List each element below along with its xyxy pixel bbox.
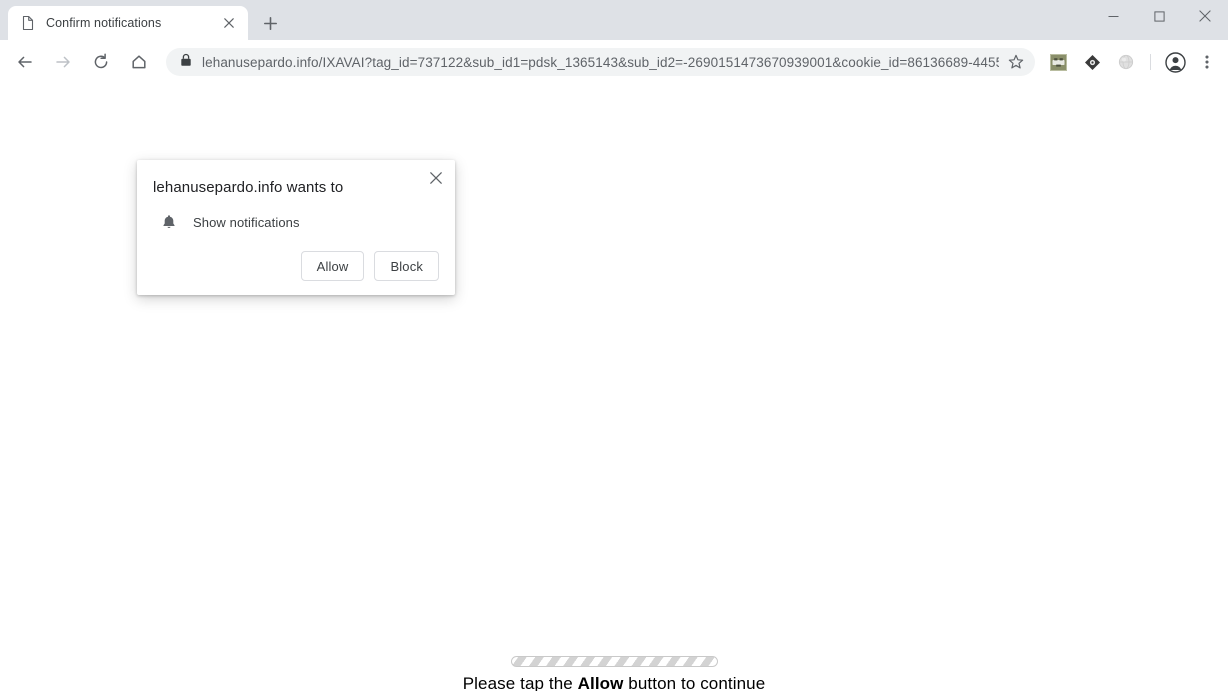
bookmark-star-icon[interactable] (1003, 49, 1029, 75)
tab-close-icon[interactable] (220, 14, 238, 32)
dialog-actions: Allow Block (153, 251, 439, 281)
permission-label: Show notifications (193, 214, 300, 230)
browser-window: Confirm notifications lehanusepardo.info… (0, 0, 1228, 691)
instruction-suffix: button to continue (623, 674, 766, 691)
instruction-prefix: Please tap the (462, 674, 578, 691)
address-bar[interactable]: lehanusepardo.info/IXAVAI?tag_id=737122&… (166, 48, 1035, 76)
page-viewport: Please tap the Allow button to continue … (0, 85, 1228, 691)
permission-row: Show notifications (153, 214, 439, 230)
forward-button[interactable] (48, 47, 78, 77)
lock-icon[interactable] (180, 53, 192, 72)
dialog-close-icon[interactable] (425, 167, 447, 189)
back-button[interactable] (10, 47, 40, 77)
url-text[interactable]: lehanusepardo.info/IXAVAI?tag_id=737122&… (202, 55, 999, 70)
extension-globe-icon[interactable] (1112, 48, 1140, 76)
tab-strip: Confirm notifications (0, 0, 1090, 40)
window-controls (1090, 0, 1228, 40)
extension-image-icon[interactable] (1044, 48, 1072, 76)
more-vertical-icon (1205, 55, 1209, 69)
instruction-emphasis: Allow (577, 674, 624, 691)
new-tab-button[interactable] (256, 9, 284, 37)
plus-icon (263, 16, 277, 30)
tab-confirm-notifications[interactable]: Confirm notifications (8, 6, 248, 40)
toolbar-divider (1150, 54, 1151, 70)
close-icon (1199, 10, 1211, 22)
minimize-icon (1108, 15, 1118, 17)
minimize-button[interactable] (1090, 0, 1136, 32)
browser-toolbar: lehanusepardo.info/IXAVAI?tag_id=737122&… (0, 40, 1228, 85)
title-bar: Confirm notifications (0, 0, 1228, 40)
instruction-text: Please tap the Allow button to continue (0, 674, 1228, 691)
extension-diamond-icon[interactable] (1078, 48, 1106, 76)
tab-title: Confirm notifications (46, 16, 162, 30)
arrow-left-icon (18, 56, 32, 68)
allow-button[interactable]: Allow (300, 251, 365, 281)
maximize-button[interactable] (1136, 0, 1182, 32)
bell-icon (161, 214, 177, 230)
maximize-icon (1153, 10, 1165, 22)
block-button[interactable]: Block (374, 251, 439, 281)
notification-permission-dialog: lehanusepardo.info wants to Show notific… (137, 160, 455, 295)
dialog-title: lehanusepardo.info wants to (153, 179, 344, 196)
loading-progress-bar (511, 656, 718, 667)
arrow-right-icon (56, 56, 70, 68)
home-icon (132, 55, 146, 69)
close-window-button[interactable] (1182, 0, 1228, 32)
profile-avatar[interactable] (1160, 47, 1190, 77)
document-icon (20, 15, 36, 31)
chrome-menu-button[interactable] (1194, 47, 1220, 77)
reload-button[interactable] (86, 47, 116, 77)
home-button[interactable] (124, 47, 154, 77)
reload-icon (94, 53, 108, 69)
